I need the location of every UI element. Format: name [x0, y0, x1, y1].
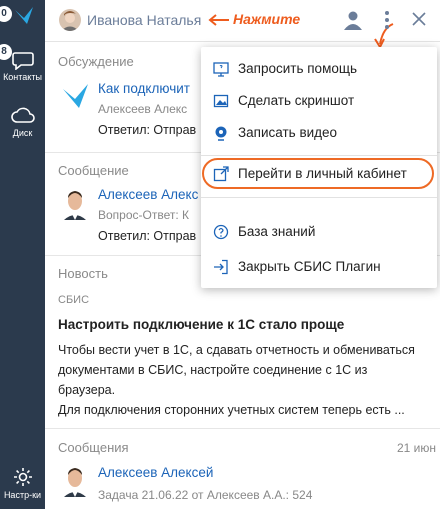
sidebar-item-settings[interactable]: Настр-ки	[0, 466, 45, 500]
author-avatar	[60, 463, 90, 497]
left-sidebar: 0 8 Контакты Диск Настр-ки	[0, 0, 45, 509]
menu-item-label: Сделать скриншот	[238, 93, 355, 108]
user-photo-icon	[59, 9, 81, 31]
messages-author[interactable]: Алексеев Алексей	[98, 465, 213, 480]
menu-item-label: Закрыть СБИС Плагин	[238, 259, 381, 274]
screenshot-icon	[213, 94, 229, 108]
news-body-line: браузера.	[58, 383, 116, 397]
exit-icon	[214, 259, 228, 275]
sidebar-label-contacts: Контакты	[3, 72, 42, 82]
sidebar-item-contacts[interactable]: 8 Контакты	[0, 44, 45, 82]
profile-icon[interactable]	[342, 9, 364, 31]
message-reply: Ответил: Отправ	[98, 229, 197, 243]
menu-item-record-video[interactable]: Записать видео	[201, 119, 437, 149]
more-menu-icon[interactable]	[382, 9, 392, 31]
close-icon[interactable]	[412, 12, 426, 26]
news-body-line: Чтобы вести учет в 1С, а сдавать отчетно…	[58, 343, 415, 357]
plugin-dropdown-menu: Запросить помощь Сделать скриншот Записа…	[201, 47, 437, 288]
card-title: Сообщение	[58, 163, 129, 178]
news-source: СБИС	[58, 294, 90, 306]
annotation-highlight	[202, 158, 434, 189]
news-headline[interactable]: Настроить подключение к 1С стало проще	[58, 317, 344, 332]
sbis-bird-icon	[63, 84, 88, 108]
menu-item-label: Запросить помощь	[238, 61, 357, 76]
messages-date: 21 июн	[396, 441, 436, 455]
user-name[interactable]: Иванова Наталья	[87, 12, 201, 28]
menu-item-label: Записать видео	[238, 125, 338, 140]
sbis-logo[interactable]	[0, 4, 45, 30]
menu-item-close-plugin[interactable]: Закрыть СБИС Плагин	[201, 253, 437, 283]
cloud-icon	[10, 107, 35, 123]
gear-icon	[13, 468, 32, 486]
menu-item-label: База знаний	[238, 224, 316, 239]
menu-item-request-help[interactable]: Запросить помощь	[201, 55, 437, 85]
annotation-press: Нажмите	[233, 11, 301, 27]
author-avatar	[60, 186, 90, 220]
discussion-subject[interactable]: Как подключит	[98, 81, 190, 96]
menu-item-knowledge-base[interactable]: База знаний	[201, 218, 437, 248]
message-qa: Вопрос-Ответ: К	[98, 208, 190, 222]
news-body-line: Для подключения сторонних учетных систем…	[58, 403, 405, 417]
card-title: Новость	[58, 266, 108, 281]
card-title: Сообщения	[58, 440, 129, 455]
menu-divider	[201, 155, 437, 156]
sidebar-label-disk: Диск	[12, 128, 33, 138]
monitor-help-icon	[213, 62, 229, 77]
discussion-author: Алексеев Алекс	[98, 102, 188, 116]
discussion-reply: Ответил: Отправ	[98, 123, 197, 137]
card-title: Обсуждение	[58, 54, 134, 69]
messages-task: Задача 21.06.22 от Алексеев А.А.: 524	[98, 488, 313, 502]
annotation-arrow-left-icon	[208, 14, 229, 26]
record-video-icon	[215, 126, 227, 141]
sbis-bird-icon	[15, 7, 33, 24]
user-avatar[interactable]	[59, 9, 81, 31]
menu-item-screenshot[interactable]: Сделать скриншот	[201, 87, 437, 117]
message-author[interactable]: Алексеев Алекс	[98, 187, 198, 202]
sidebar-item-disk[interactable]: Диск	[0, 106, 45, 138]
news-body-line: документами в СБИС, настройте соединение…	[58, 363, 368, 377]
sidebar-label-settings: Настр-ки	[3, 490, 42, 500]
chat-bubble-icon	[11, 52, 34, 70]
header-bar: Иванова Наталья Нажмите	[45, 0, 440, 50]
help-circle-icon	[213, 224, 229, 240]
menu-divider	[201, 197, 437, 198]
feed-card-messages[interactable]: Сообщения 21 июн Алексеев Алексей Задача…	[45, 429, 440, 509]
